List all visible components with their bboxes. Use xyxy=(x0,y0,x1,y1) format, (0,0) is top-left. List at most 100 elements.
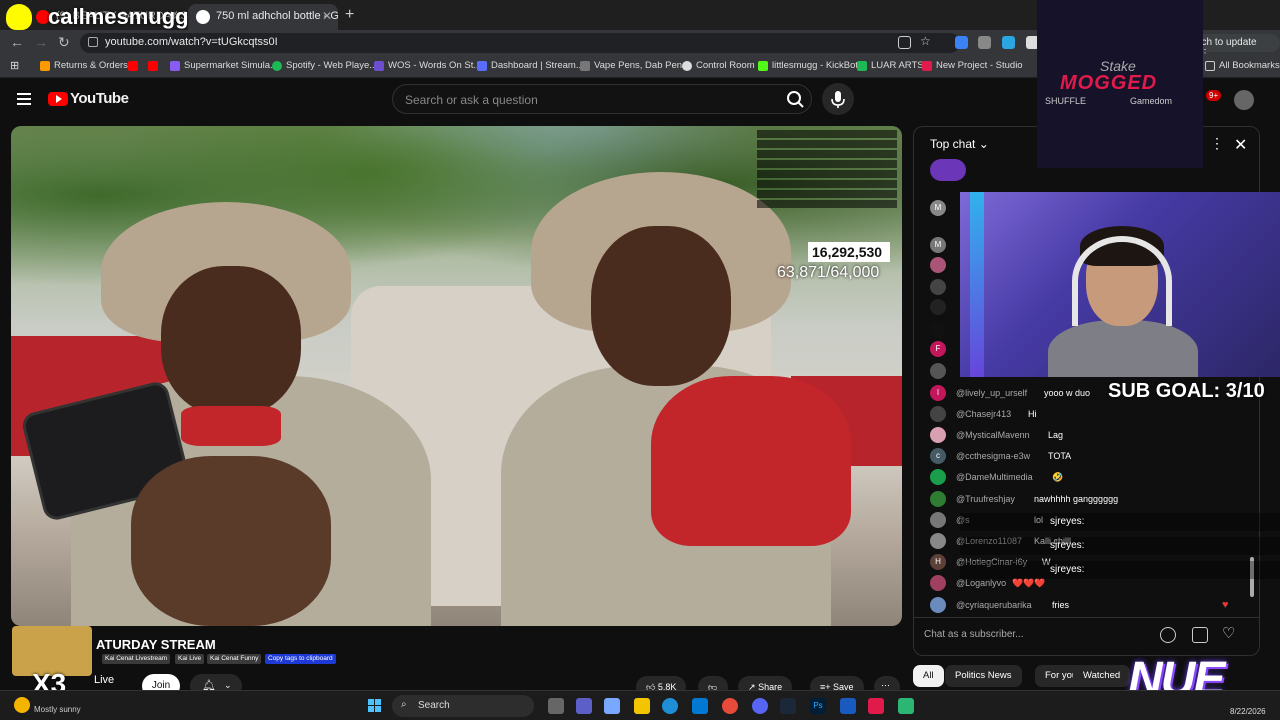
control-room-icon xyxy=(682,61,692,71)
bookmark-kickbot[interactable]: littlesmugg - KickBot xyxy=(758,60,858,71)
chip-all[interactable]: All xyxy=(913,665,944,687)
bookmark-control-room[interactable]: Control Room xyxy=(682,60,755,71)
stream-chat-overlay xyxy=(757,126,897,246)
word-icon[interactable] xyxy=(840,698,856,714)
browser-tab-google[interactable]: 750 ml adhchol bottle - Google ✕ xyxy=(188,4,338,30)
search-icon[interactable] xyxy=(780,85,810,113)
video-tag[interactable]: Kai Cenat Livestream xyxy=(102,654,171,664)
video-player[interactable]: 16,292,530 63,871/64,000 xyxy=(11,126,902,626)
chat-username[interactable]: @lively_up_urself xyxy=(956,388,1027,398)
forward-arrow-icon[interactable]: → xyxy=(34,34,48,50)
bookmark-new-project[interactable]: New Project - Studio xyxy=(922,60,1023,71)
teams-icon[interactable] xyxy=(576,698,592,714)
heart-reaction-icon[interactable]: ♥ xyxy=(1222,599,1229,611)
store-icon[interactable] xyxy=(692,698,708,714)
extension-icon[interactable] xyxy=(955,36,968,49)
search-input[interactable]: Search or ask a question xyxy=(392,84,812,114)
taskbar-date: 8/22/2026 xyxy=(1230,707,1266,716)
divider xyxy=(914,617,1259,618)
heart-icon[interactable]: ♡ xyxy=(1222,624,1235,642)
pinned-gift-badge[interactable] xyxy=(930,159,966,181)
studio-icon xyxy=(922,61,932,71)
person-left-bandana xyxy=(181,406,281,446)
reload-icon[interactable]: ↻ xyxy=(58,34,70,51)
steam-icon[interactable] xyxy=(780,698,796,714)
file-explorer-icon[interactable] xyxy=(634,698,650,714)
apps-grid-icon[interactable]: ⊞ xyxy=(10,59,19,72)
chat-input[interactable]: Chat as a subscriber... xyxy=(924,624,1154,646)
site-icon xyxy=(857,61,867,71)
bookmark-label: New Project - Studio xyxy=(936,60,1023,71)
site-info-icon[interactable] xyxy=(88,37,98,47)
person-right-face xyxy=(591,226,731,386)
bookmark-wos[interactable]: WOS - Words On St... xyxy=(374,60,481,71)
bookmark-luar-arts[interactable]: LUAR ARTS xyxy=(857,60,924,71)
super-chat-icon[interactable] xyxy=(1192,627,1208,643)
alert-text: sjreyes: xyxy=(1050,516,1085,527)
task-view-icon[interactable] xyxy=(548,698,564,714)
chat-message: @cyriaquerubarika fries xyxy=(930,597,1250,617)
video-tag[interactable]: Kai Cenat Funny xyxy=(207,654,262,664)
close-tab-icon[interactable]: ✕ xyxy=(322,9,332,23)
url-field[interactable]: youtube.com/watch?v=tUGkcqtss0I xyxy=(80,33,960,53)
bookmark-spotify[interactable]: Spotify - Web Playe... xyxy=(272,60,377,71)
chat-username[interactable]: @MysticalMavenn xyxy=(956,430,1030,440)
taskbar-search[interactable]: ⌕ Search xyxy=(392,695,534,717)
more-options-icon[interactable]: ⋮ xyxy=(1210,135,1224,152)
close-icon[interactable]: ✕ xyxy=(1234,135,1247,155)
youtube-logo-icon[interactable] xyxy=(48,92,68,106)
chat-username[interactable]: @ccthesigma-e3w xyxy=(956,451,1030,461)
bookmark-returns-orders[interactable]: Returns & Orders xyxy=(40,60,128,71)
overlay-chat-line xyxy=(757,170,897,178)
avatar xyxy=(930,279,946,295)
photoshop-icon[interactable]: Ps xyxy=(810,698,826,714)
avatar[interactable] xyxy=(1234,90,1254,110)
search-icon: ⌕ xyxy=(401,699,407,710)
discord-icon[interactable] xyxy=(752,698,768,714)
hand xyxy=(131,456,331,626)
chat-username[interactable]: @cyriaquerubarika xyxy=(956,600,1032,610)
app-icon[interactable] xyxy=(898,698,914,714)
copilot-icon[interactable] xyxy=(604,698,620,714)
bookmark-vape[interactable]: Vape Pens, Dab Pen... xyxy=(580,60,690,71)
google-favicon-icon xyxy=(196,10,210,24)
all-bookmarks-folder[interactable]: All Bookmarks xyxy=(1205,60,1280,71)
emoji-icon[interactable] xyxy=(1160,627,1176,643)
bookmark-supermarket[interactable]: Supermarket Simula... xyxy=(170,60,278,71)
star-icon[interactable]: ☆ xyxy=(920,34,933,48)
streamlabs-icon xyxy=(477,61,487,71)
chat-username[interactable]: @Truufreshjay xyxy=(956,494,1015,504)
chat-username[interactable]: @DameMultimedia xyxy=(956,472,1033,482)
alert-row: sjreyes: xyxy=(960,537,1280,555)
chat-text: yooo w duo xyxy=(1044,388,1091,398)
windows-taskbar: Mostly sunny ⌕ Search Ps 8/22/2026 xyxy=(0,690,1280,720)
weather-label: Mostly sunny xyxy=(34,705,81,714)
app-icon[interactable] xyxy=(868,698,884,714)
back-arrow-icon[interactable]: ← xyxy=(10,34,24,50)
overlay-chat-line xyxy=(757,190,897,198)
chip-politics-news[interactable]: Politics News xyxy=(945,665,1022,687)
hamburger-menu-icon[interactable] xyxy=(17,93,31,105)
chat-username[interactable]: @Chasejr413 xyxy=(956,409,1011,419)
avatar xyxy=(930,491,946,507)
edge-icon[interactable] xyxy=(662,698,678,714)
windows-start-icon[interactable] xyxy=(368,699,382,713)
copy-tags-button[interactable]: Copy tags to clipboard xyxy=(265,654,336,664)
bookmark-label: All Bookmarks xyxy=(1219,60,1280,71)
youtube-logo-text[interactable]: YouTube xyxy=(70,90,129,107)
extension-icon[interactable] xyxy=(1002,36,1015,49)
site-icon xyxy=(580,61,590,71)
cast-icon[interactable] xyxy=(898,36,911,49)
chrome-icon[interactable] xyxy=(722,698,738,714)
top-chat-dropdown[interactable]: Top chat ⌄ xyxy=(930,137,989,151)
bookmark-label: littlesmugg - KickBot xyxy=(772,60,859,71)
extension-icon[interactable] xyxy=(978,36,991,49)
channel-live-label: Live xyxy=(94,674,115,686)
new-tab-icon[interactable]: + xyxy=(345,6,354,24)
video-tag[interactable]: Kai Live xyxy=(175,654,205,664)
microphone-icon[interactable] xyxy=(822,83,854,115)
bookmark-dashboard[interactable]: Dashboard | Stream... xyxy=(477,60,584,71)
weather-icon[interactable] xyxy=(14,697,30,713)
viewer-counter: 16,292,530 xyxy=(808,242,890,262)
chip-watched[interactable]: Watched xyxy=(1073,665,1131,687)
